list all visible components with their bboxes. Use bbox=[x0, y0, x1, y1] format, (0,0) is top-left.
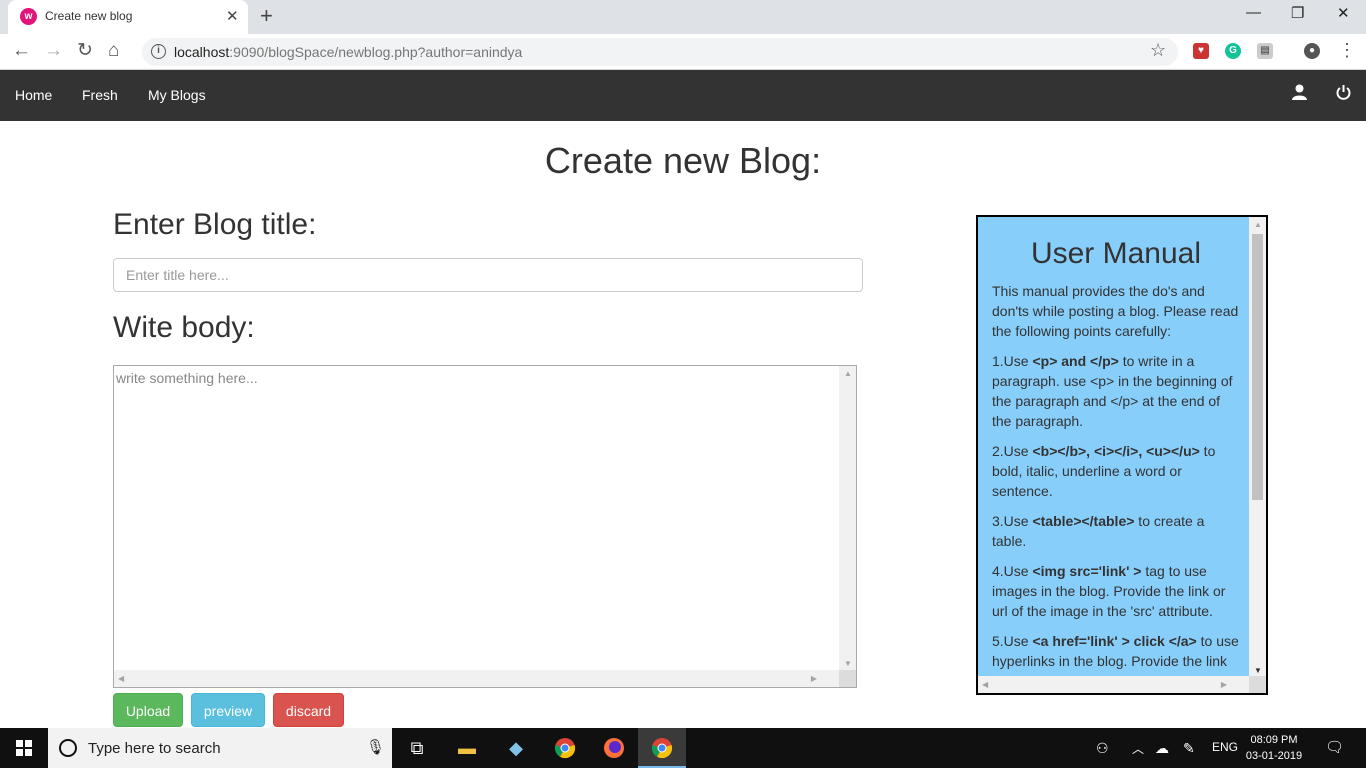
back-icon[interactable]: ← bbox=[12, 40, 31, 62]
discard-button[interactable]: discard bbox=[273, 693, 344, 727]
scroll-up-icon[interactable]: ▲ bbox=[844, 369, 852, 378]
notepad-icon[interactable]: ◆ bbox=[502, 734, 530, 762]
browser-toolbar: ← → ↻ ⌂ i localhost:9090/blogSpace/newbl… bbox=[0, 34, 1366, 70]
body-vertical-scrollbar[interactable]: ▲ ▼ bbox=[839, 366, 856, 671]
url-text[interactable]: localhost:9090/blogSpace/newblog.php?aut… bbox=[174, 44, 522, 60]
pen-icon[interactable]: ✎ bbox=[1183, 740, 1195, 757]
nav-fresh[interactable]: Fresh bbox=[82, 87, 118, 103]
task-view-icon[interactable]: ⧉ bbox=[403, 734, 431, 762]
cortana-icon bbox=[59, 739, 77, 757]
close-window-icon[interactable]: ✕ bbox=[1337, 4, 1350, 22]
close-tab-icon[interactable]: ✕ bbox=[226, 7, 239, 25]
nav-my-blogs[interactable]: My Blogs bbox=[148, 87, 206, 103]
active-chrome-taskbar-button[interactable] bbox=[638, 728, 686, 768]
body-label: Wite body: bbox=[113, 311, 255, 344]
user-manual-panel: User Manual This manual provides the do'… bbox=[976, 215, 1268, 695]
manual-horizontal-scrollbar[interactable]: ◀ ▶ bbox=[978, 676, 1249, 693]
bookmark-star-icon[interactable]: ☆ bbox=[1150, 40, 1166, 61]
user-manual-content: User Manual This manual provides the do'… bbox=[992, 217, 1240, 691]
preview-button[interactable]: preview bbox=[191, 693, 265, 727]
scroll-right-icon[interactable]: ▶ bbox=[811, 674, 817, 683]
clock-time: 08:09 PM bbox=[1250, 734, 1298, 746]
body-horizontal-scrollbar[interactable]: ◀ ▶ bbox=[114, 670, 839, 687]
profile-icon[interactable]: ● bbox=[1304, 43, 1320, 59]
body-placeholder: write something here... bbox=[116, 370, 258, 386]
page-title: Create new Blog: bbox=[544, 140, 822, 181]
extension-icon[interactable]: ▤ bbox=[1257, 43, 1273, 59]
pocket-extension-icon[interactable]: ♥ bbox=[1193, 43, 1209, 59]
scroll-down-icon[interactable]: ▼ bbox=[1254, 666, 1262, 675]
address-bar[interactable]: i localhost:9090/blogSpace/newblog.php?a… bbox=[142, 38, 1178, 66]
people-icon[interactable]: ⚇ bbox=[1096, 740, 1109, 757]
grammarly-extension-icon[interactable]: G bbox=[1225, 43, 1241, 59]
upload-button[interactable]: Upload bbox=[113, 693, 183, 727]
chrome-icon[interactable] bbox=[551, 734, 579, 762]
firefox-icon[interactable] bbox=[600, 734, 628, 762]
restore-icon[interactable]: ❐ bbox=[1291, 4, 1304, 22]
manual-item: 3.Use <table></table> to create a table. bbox=[992, 513, 1205, 549]
scroll-down-icon[interactable]: ▼ bbox=[844, 659, 852, 668]
manual-item: 2.Use <b></b>, <i></i>, <u></u> to bold,… bbox=[992, 443, 1216, 499]
taskbar-search-box[interactable]: Type here to search 🎙 bbox=[48, 728, 392, 768]
taskbar-search-placeholder: Type here to search bbox=[88, 740, 221, 757]
windows-taskbar: Type here to search 🎙 ⧉ ▬ ◆ ⚇ ︿ ☁ ✎ ENG … bbox=[0, 728, 1366, 768]
home-icon[interactable]: ⌂ bbox=[108, 40, 119, 62]
show-hidden-icons-icon[interactable]: ︿ bbox=[1132, 740, 1144, 757]
title-label: Enter Blog title: bbox=[113, 208, 317, 241]
manual-item: 1.Use <p> and </p> to write in a paragra… bbox=[992, 353, 1233, 429]
microphone-icon[interactable]: 🎙 bbox=[366, 738, 385, 756]
minimize-icon[interactable]: — bbox=[1246, 4, 1261, 21]
scroll-left-icon[interactable]: ◀ bbox=[118, 674, 124, 683]
resize-corner[interactable] bbox=[839, 670, 856, 687]
language-indicator[interactable]: ENG bbox=[1212, 740, 1238, 754]
windows-start-icon[interactable] bbox=[16, 740, 32, 756]
forward-icon[interactable]: → bbox=[44, 40, 63, 62]
tab-title: Create new blog bbox=[45, 9, 133, 23]
scroll-up-icon[interactable]: ▲ bbox=[1254, 220, 1262, 229]
action-center-icon[interactable]: 🗨 bbox=[1325, 738, 1344, 756]
chrome-icon bbox=[651, 738, 673, 759]
manual-vertical-scrollbar[interactable]: ▲ ▼ bbox=[1249, 217, 1266, 678]
onedrive-icon[interactable]: ☁ bbox=[1155, 740, 1169, 757]
manual-intro: This manual provides the do's and don'ts… bbox=[992, 283, 1239, 339]
clock-date: 03-01-2019 bbox=[1245, 750, 1303, 762]
wamp-favicon-icon: w bbox=[20, 8, 37, 25]
browser-tab[interactable]: w Create new blog ✕ bbox=[8, 0, 248, 34]
user-icon[interactable] bbox=[1292, 84, 1307, 105]
scroll-right-icon[interactable]: ▶ bbox=[1221, 680, 1227, 689]
user-manual-title: User Manual bbox=[1030, 237, 1202, 270]
scroll-left-icon[interactable]: ◀ bbox=[982, 680, 988, 689]
info-icon[interactable]: i bbox=[151, 44, 166, 59]
nav-home[interactable]: Home bbox=[15, 87, 52, 103]
reload-icon[interactable]: ↻ bbox=[77, 40, 93, 62]
taskbar-clock[interactable]: 08:09 PM 03-01-2019 bbox=[1240, 732, 1308, 764]
title-input[interactable] bbox=[113, 258, 863, 292]
body-textarea[interactable]: write something here... ▲ ▼ ◀ ▶ bbox=[113, 365, 857, 688]
menu-dots-icon[interactable]: ⋮ bbox=[1338, 39, 1356, 61]
manual-scroll-thumb[interactable] bbox=[1252, 234, 1263, 500]
resize-corner bbox=[1249, 676, 1266, 693]
manual-item: 4.Use <img src='link' > tag to use image… bbox=[992, 563, 1226, 619]
site-navbar: Home Fresh My Blogs bbox=[0, 70, 1366, 121]
browser-tabstrip: w Create new blog ✕ + — ❐ ✕ bbox=[0, 0, 1366, 34]
new-tab-icon[interactable]: + bbox=[260, 4, 273, 28]
power-icon[interactable] bbox=[1336, 84, 1351, 105]
file-explorer-icon[interactable]: ▬ bbox=[453, 734, 481, 762]
